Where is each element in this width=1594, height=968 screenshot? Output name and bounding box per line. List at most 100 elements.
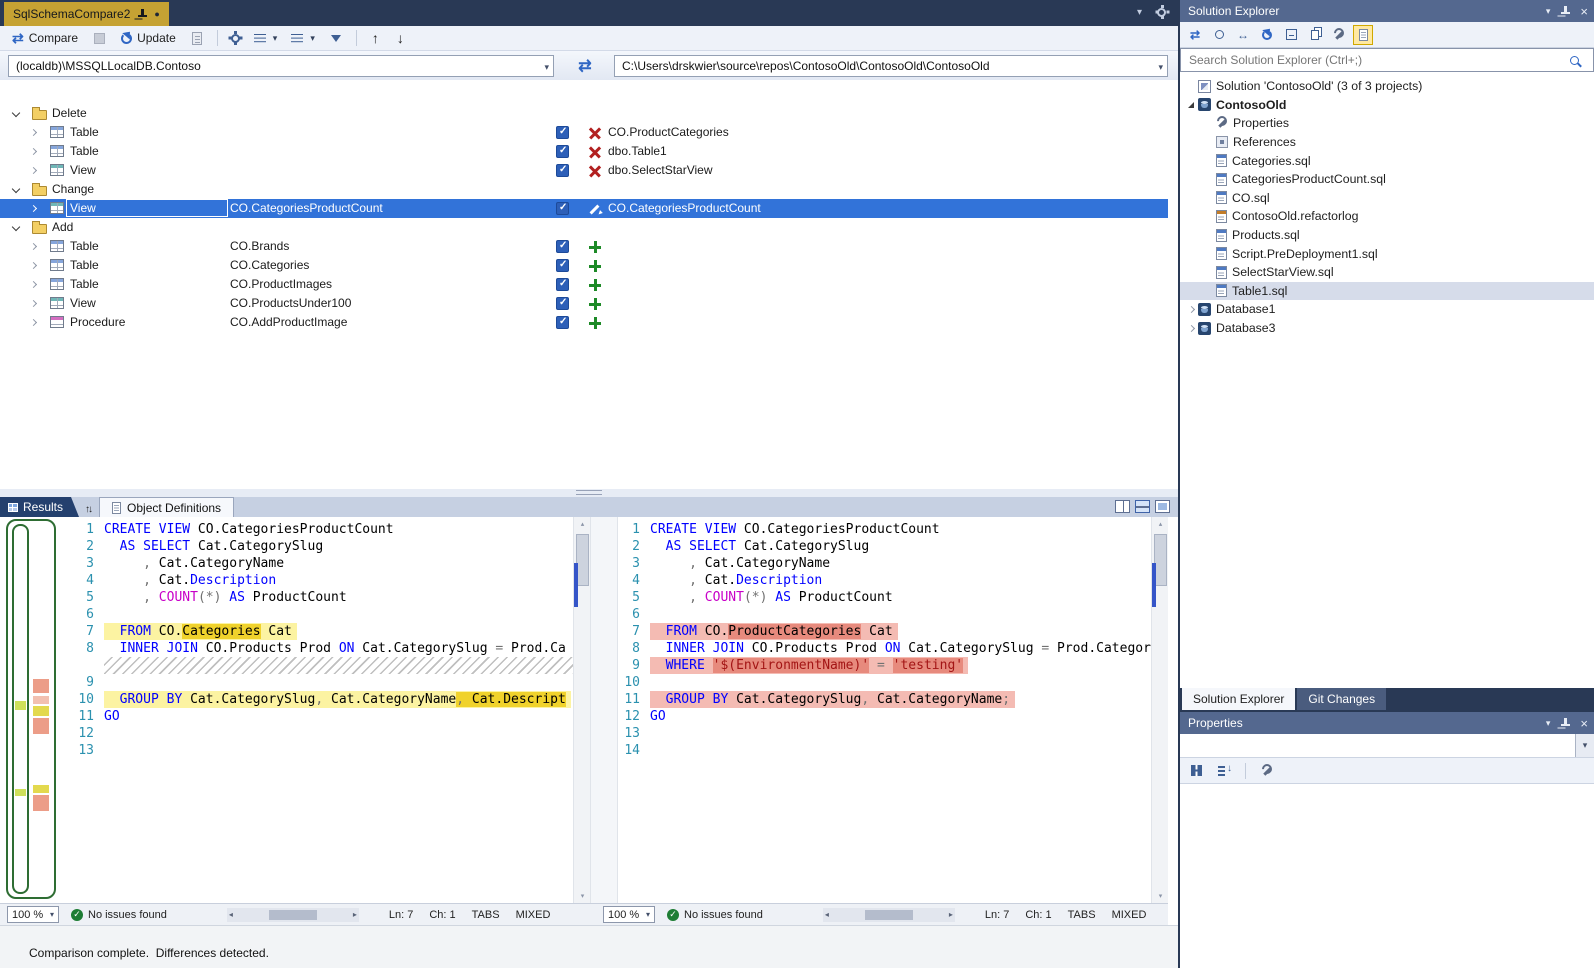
window-options-gear-icon[interactable] bbox=[1157, 8, 1166, 17]
scroll-right-icon[interactable]: ▸ bbox=[949, 910, 953, 919]
preview-selected-items-button[interactable] bbox=[1353, 25, 1373, 45]
properties-titlebar[interactable]: Properties ▾ × bbox=[1180, 712, 1594, 734]
include-checkbox[interactable] bbox=[556, 297, 569, 310]
grid-row[interactable]: ViewCO.ProductsUnder100 bbox=[0, 294, 1168, 313]
tree-item[interactable]: Database3 bbox=[1180, 319, 1594, 338]
pin-icon[interactable] bbox=[1560, 718, 1570, 729]
scroll-right-icon[interactable]: ▸ bbox=[353, 910, 357, 919]
close-icon[interactable]: × bbox=[1580, 717, 1588, 730]
show-all-files-button[interactable] bbox=[1305, 25, 1325, 45]
chevron-collapsed-icon[interactable] bbox=[30, 281, 37, 288]
include-checkbox[interactable] bbox=[556, 259, 569, 272]
scroll-up-icon[interactable]: ▴ bbox=[574, 520, 591, 528]
grid-row[interactable]: Tabledbo.Table1 bbox=[0, 142, 1168, 161]
update-button[interactable]: Update bbox=[117, 29, 180, 47]
grid-group-row[interactable]: Delete bbox=[0, 104, 1168, 123]
horizontal-splitter[interactable] bbox=[0, 489, 1178, 497]
tab-results[interactable]: Results bbox=[0, 497, 79, 517]
left-editor-scrollbar[interactable]: ▴ ▾ bbox=[573, 517, 590, 903]
zoom-selector[interactable]: 100 %▾ bbox=[7, 906, 59, 923]
chevron-collapsed-icon[interactable] bbox=[30, 129, 37, 136]
tree-item[interactable]: References bbox=[1180, 133, 1594, 152]
chevron-down-icon[interactable]: ▾ bbox=[1575, 734, 1594, 757]
grid-row[interactable]: Viewdbo.SelectStarView bbox=[0, 161, 1168, 180]
scroll-up-icon[interactable]: ▴ bbox=[1152, 520, 1169, 528]
previous-difference-button[interactable]: ↑ bbox=[366, 30, 385, 46]
collapse-all-button[interactable] bbox=[1281, 25, 1301, 45]
sync-with-active-document-button[interactable]: ⇄ bbox=[1185, 25, 1205, 45]
refresh-button[interactable] bbox=[1257, 25, 1277, 45]
alphabetical-button[interactable] bbox=[1214, 761, 1234, 781]
chevron-collapsed-icon[interactable] bbox=[30, 148, 37, 155]
solution-explorer-titlebar[interactable]: Solution Explorer ▾ × bbox=[1180, 0, 1594, 22]
tree-item[interactable]: Database1 bbox=[1180, 300, 1594, 319]
chevron-collapsed-icon[interactable] bbox=[1187, 306, 1194, 313]
chevron-expanded-icon[interactable] bbox=[1188, 102, 1194, 108]
pin-icon[interactable] bbox=[1560, 6, 1570, 17]
grid-row[interactable]: TableCO.ProductImages bbox=[0, 275, 1168, 294]
target-connection-combobox[interactable]: C:\Users\drskwier\source\repos\ContosoOl… bbox=[614, 55, 1168, 77]
categorized-button[interactable] bbox=[1186, 761, 1206, 781]
source-definition-editor[interactable]: 1CREATE VIEW CO.CategoriesProductCount2 … bbox=[60, 517, 573, 903]
tab-list-dropdown-icon[interactable]: ▾ bbox=[1137, 7, 1142, 18]
scroll-left-icon[interactable]: ◂ bbox=[825, 910, 829, 919]
chevron-expanded-icon[interactable] bbox=[12, 223, 20, 231]
split-horizontal-icon[interactable] bbox=[1135, 500, 1150, 513]
scroll-down-icon[interactable]: ▾ bbox=[574, 892, 591, 900]
grid-row[interactable]: TableCO.Brands bbox=[0, 237, 1168, 256]
chevron-collapsed-icon[interactable] bbox=[30, 167, 37, 174]
properties-button[interactable] bbox=[1329, 25, 1349, 45]
property-pages-button[interactable] bbox=[1257, 761, 1277, 781]
tree-item[interactable]: Products.sql bbox=[1180, 226, 1594, 245]
tree-item[interactable]: ContosoOld bbox=[1180, 96, 1594, 115]
tree-item[interactable]: Solution 'ContosoOld' (3 of 3 projects) bbox=[1180, 77, 1594, 96]
tree-item[interactable]: CategoriesProductCount.sql bbox=[1180, 170, 1594, 189]
scroll-left-icon[interactable]: ◂ bbox=[229, 910, 233, 919]
scrollbar-thumb[interactable] bbox=[269, 910, 317, 920]
zoom-selector[interactable]: 100 %▾ bbox=[603, 906, 655, 923]
include-checkbox[interactable] bbox=[556, 240, 569, 253]
scrollbar-thumb[interactable] bbox=[865, 910, 913, 920]
chevron-collapsed-icon[interactable] bbox=[30, 300, 37, 307]
include-checkbox[interactable] bbox=[556, 202, 569, 215]
tree-item[interactable]: Properties bbox=[1180, 114, 1594, 133]
scroll-down-icon[interactable]: ▾ bbox=[1152, 892, 1169, 900]
swap-source-target-button[interactable]: ⇄ bbox=[560, 54, 610, 77]
chevron-collapsed-icon[interactable] bbox=[30, 243, 37, 250]
chevron-expanded-icon[interactable] bbox=[12, 109, 20, 117]
next-difference-button[interactable]: ↓ bbox=[391, 30, 410, 46]
sort-results-button[interactable]: ↑↓ bbox=[79, 504, 99, 517]
include-checkbox[interactable] bbox=[556, 164, 569, 177]
solution-explorer-search[interactable]: Search Solution Explorer (Ctrl+;) bbox=[1180, 48, 1594, 72]
tree-item[interactable]: Script.PreDeployment1.sql bbox=[1180, 244, 1594, 263]
tab-solution-explorer[interactable]: Solution Explorer bbox=[1182, 688, 1295, 710]
document-tab[interactable]: SqlSchemaCompare2 ● bbox=[4, 2, 169, 26]
horizontal-scrollbar[interactable]: ◂ ▸ bbox=[227, 908, 359, 922]
tree-item[interactable]: Categories.sql bbox=[1180, 151, 1594, 170]
close-icon[interactable]: × bbox=[1580, 5, 1588, 18]
pin-icon[interactable] bbox=[137, 9, 147, 20]
filter-button[interactable] bbox=[325, 33, 347, 44]
horizontal-scrollbar[interactable]: ◂ ▸ bbox=[823, 908, 955, 922]
inline-diff-icon[interactable] bbox=[1155, 500, 1170, 513]
include-checkbox[interactable] bbox=[556, 278, 569, 291]
grid-row[interactable]: ProcedureCO.AddProductImage bbox=[0, 313, 1168, 332]
chevron-collapsed-icon[interactable] bbox=[30, 205, 37, 212]
tab-object-definitions[interactable]: Object Definitions bbox=[99, 497, 234, 517]
window-position-icon[interactable]: ▾ bbox=[1546, 718, 1551, 729]
include-checkbox[interactable] bbox=[556, 316, 569, 329]
properties-object-combobox[interactable]: ▾ bbox=[1180, 734, 1594, 758]
chevron-expanded-icon[interactable] bbox=[12, 185, 20, 193]
tree-item[interactable]: CO.sql bbox=[1180, 189, 1594, 208]
grid-group-row[interactable]: Add bbox=[0, 218, 1168, 237]
search-icon[interactable] bbox=[1570, 56, 1579, 65]
grid-group-row[interactable]: Change bbox=[0, 180, 1168, 199]
grid-row[interactable]: ViewCO.CategoriesProductCountCO.Categori… bbox=[0, 199, 1168, 218]
source-connection-combobox[interactable]: (localdb)\MSSQLLocalDB.Contoso ▾ bbox=[8, 55, 554, 77]
diff-overview-margin[interactable] bbox=[6, 519, 56, 899]
tab-git-changes[interactable]: Git Changes bbox=[1297, 688, 1386, 710]
generate-script-icon[interactable] bbox=[192, 32, 202, 45]
split-vertical-icon[interactable] bbox=[1115, 500, 1130, 513]
compare-options-button[interactable] bbox=[227, 32, 244, 45]
filter-checklist-button[interactable]: ▾ bbox=[250, 31, 282, 46]
